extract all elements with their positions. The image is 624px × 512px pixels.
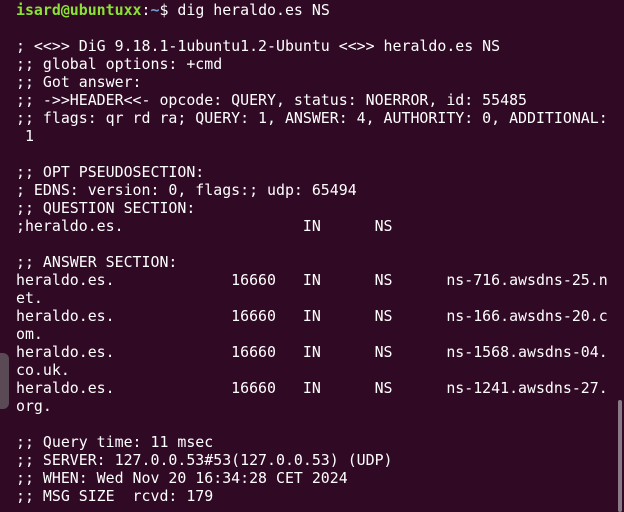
output-line: ;; global options: +cmd: [16, 55, 223, 73]
output-line: ;heraldo.es. IN NS: [16, 217, 393, 235]
terminal-window[interactable]: isard@ubuntuxx:~$ dig heraldo.es NS ; <<…: [0, 0, 624, 512]
output-line: ;; QUESTION SECTION:: [16, 199, 196, 217]
output-line: ;; ->>HEADER<<- opcode: QUERY, status: N…: [16, 91, 528, 109]
side-panel-handle[interactable]: [0, 353, 9, 409]
prompt-symbol: $: [159, 1, 178, 19]
command-prompt-line: isard@ubuntuxx:~$ dig heraldo.es NS: [16, 1, 612, 19]
output-line: org.: [16, 397, 52, 415]
output-line: ;; Got answer:: [16, 73, 142, 91]
output-line: om.: [16, 325, 43, 343]
terminal-output: isard@ubuntuxx:~$ dig heraldo.es NS ; <<…: [16, 1, 612, 505]
output-line: et.: [16, 289, 43, 307]
prompt-user-host: isard@ubuntuxx: [16, 1, 142, 19]
output-line: heraldo.es. 16660 IN NS ns-716.awsdns-25…: [16, 271, 608, 289]
output-line: heraldo.es. 16660 IN NS ns-166.awsdns-20…: [16, 307, 608, 325]
output-line: ;; Query time: 11 msec: [16, 433, 214, 451]
command-text: dig heraldo.es NS: [177, 1, 330, 19]
output-line: ; <<>> DiG 9.18.1-1ubuntu1.2-Ubuntu <<>>…: [16, 37, 501, 55]
output-line: heraldo.es. 16660 IN NS ns-1568.awsdns-0…: [16, 343, 608, 361]
vertical-scrollbar[interactable]: [618, 400, 622, 512]
output-line: co.uk.: [16, 361, 70, 379]
output-line: ;; ANSWER SECTION:: [16, 253, 178, 271]
output-line: ;; flags: qr rd ra; QUERY: 1, ANSWER: 4,…: [16, 109, 608, 127]
output-line: ; EDNS: version: 0, flags:; udp: 65494: [16, 181, 357, 199]
output-line: ;; SERVER: 127.0.0.53#53(127.0.0.53) (UD…: [16, 451, 393, 469]
output-line: ;; WHEN: Wed Nov 20 16:34:28 CET 2024: [16, 469, 348, 487]
output-line: heraldo.es. 16660 IN NS ns-1241.awsdns-2…: [16, 379, 608, 397]
output-line: ;; OPT PSEUDOSECTION:: [16, 163, 205, 181]
output-line: 1: [16, 127, 34, 145]
output-line: ;; MSG SIZE rcvd: 179: [16, 487, 214, 505]
